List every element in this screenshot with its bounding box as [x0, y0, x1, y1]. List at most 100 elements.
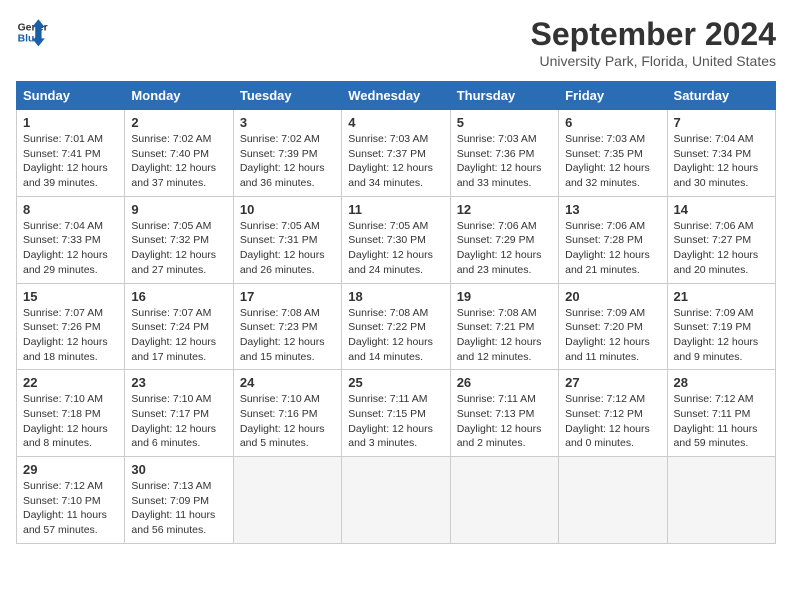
week-row-4: 22 Sunrise: 7:10 AM Sunset: 7:18 PM Dayli…	[17, 370, 776, 457]
day-info: Sunrise: 7:10 AM Sunset: 7:16 PM Dayligh…	[240, 392, 335, 451]
weekday-header-wednesday: Wednesday	[342, 82, 450, 110]
day-info: Sunrise: 7:06 AM Sunset: 7:27 PM Dayligh…	[674, 219, 769, 278]
weekday-header-friday: Friday	[559, 82, 667, 110]
day-cell: 14 Sunrise: 7:06 AM Sunset: 7:27 PM Dayli…	[667, 196, 775, 283]
weekday-header-saturday: Saturday	[667, 82, 775, 110]
day-cell	[342, 457, 450, 544]
day-number: 26	[457, 375, 552, 390]
day-cell: 15Sunrise: 7:07 AM Sunset: 7:26 PM Dayli…	[17, 283, 125, 370]
day-cell: 11Sunrise: 7:05 AM Sunset: 7:30 PM Dayli…	[342, 196, 450, 283]
day-cell: 6 Sunrise: 7:03 AM Sunset: 7:35 PM Daylig…	[559, 110, 667, 197]
day-info: Sunrise: 7:03 AM Sunset: 7:35 PM Dayligh…	[565, 132, 660, 191]
day-number: 18	[348, 289, 443, 304]
day-info: Sunrise: 7:09 AM Sunset: 7:19 PM Dayligh…	[674, 306, 769, 365]
day-info: Sunrise: 7:12 AM Sunset: 7:11 PM Dayligh…	[674, 392, 769, 451]
day-cell: 23 Sunrise: 7:10 AM Sunset: 7:17 PM Dayli…	[125, 370, 233, 457]
calendar-table: SundayMondayTuesdayWednesdayThursdayFrid…	[16, 81, 776, 544]
day-cell	[450, 457, 558, 544]
day-cell: 28 Sunrise: 7:12 AM Sunset: 7:11 PM Dayli…	[667, 370, 775, 457]
day-cell: 3 Sunrise: 7:02 AM Sunset: 7:39 PM Daylig…	[233, 110, 341, 197]
day-number: 15	[23, 289, 118, 304]
day-cell	[667, 457, 775, 544]
day-cell: 13 Sunrise: 7:06 AM Sunset: 7:28 PM Dayli…	[559, 196, 667, 283]
day-number: 29	[23, 462, 118, 477]
day-info: Sunrise: 7:12 AM Sunset: 7:10 PM Dayligh…	[23, 479, 118, 538]
day-number: 4	[348, 115, 443, 130]
day-cell: 24 Sunrise: 7:10 AM Sunset: 7:16 PM Dayli…	[233, 370, 341, 457]
week-row-1: 1 Sunrise: 7:01 AM Sunset: 7:41 PM Daylig…	[17, 110, 776, 197]
day-info: Sunrise: 7:06 AM Sunset: 7:28 PM Dayligh…	[565, 219, 660, 278]
day-cell: 2 Sunrise: 7:02 AM Sunset: 7:40 PM Daylig…	[125, 110, 233, 197]
day-number: 25	[348, 375, 443, 390]
title-area: September 2024 University Park, Florida,…	[531, 16, 776, 69]
weekday-header-sunday: Sunday	[17, 82, 125, 110]
weekday-header-tuesday: Tuesday	[233, 82, 341, 110]
weekday-header-thursday: Thursday	[450, 82, 558, 110]
day-number: 22	[23, 375, 118, 390]
day-cell: 26Sunrise: 7:11 AM Sunset: 7:13 PM Dayli…	[450, 370, 558, 457]
day-number: 20	[565, 289, 660, 304]
day-number: 3	[240, 115, 335, 130]
day-cell: 17Sunrise: 7:08 AM Sunset: 7:23 PM Dayli…	[233, 283, 341, 370]
day-cell: 30 Sunrise: 7:13 AM Sunset: 7:09 PM Dayli…	[125, 457, 233, 544]
day-cell	[559, 457, 667, 544]
day-cell: 5 Sunrise: 7:03 AM Sunset: 7:36 PM Daylig…	[450, 110, 558, 197]
day-number: 1	[23, 115, 118, 130]
day-number: 16	[131, 289, 226, 304]
day-number: 27	[565, 375, 660, 390]
day-cell: 27 Sunrise: 7:12 AM Sunset: 7:12 PM Dayli…	[559, 370, 667, 457]
day-cell: 8 Sunrise: 7:04 AM Sunset: 7:33 PM Daylig…	[17, 196, 125, 283]
day-info: Sunrise: 7:02 AM Sunset: 7:39 PM Dayligh…	[240, 132, 335, 191]
day-info: Sunrise: 7:07 AM Sunset: 7:24 PM Dayligh…	[131, 306, 226, 365]
day-number: 28	[674, 375, 769, 390]
day-cell	[233, 457, 341, 544]
day-info: Sunrise: 7:08 AM Sunset: 7:21 PM Dayligh…	[457, 306, 552, 365]
day-number: 8	[23, 202, 118, 217]
day-info: Sunrise: 7:01 AM Sunset: 7:41 PM Dayligh…	[23, 132, 118, 191]
day-info: Sunrise: 7:10 AM Sunset: 7:17 PM Dayligh…	[131, 392, 226, 451]
day-cell: 1 Sunrise: 7:01 AM Sunset: 7:41 PM Daylig…	[17, 110, 125, 197]
day-info: Sunrise: 7:02 AM Sunset: 7:40 PM Dayligh…	[131, 132, 226, 191]
day-number: 2	[131, 115, 226, 130]
day-info: Sunrise: 7:04 AM Sunset: 7:33 PM Dayligh…	[23, 219, 118, 278]
day-info: Sunrise: 7:05 AM Sunset: 7:32 PM Dayligh…	[131, 219, 226, 278]
day-cell: 4Sunrise: 7:03 AM Sunset: 7:37 PM Daylig…	[342, 110, 450, 197]
day-info: Sunrise: 7:06 AM Sunset: 7:29 PM Dayligh…	[457, 219, 552, 278]
logo: General Blue	[16, 16, 48, 48]
page-header: General Blue September 2024 University P…	[16, 16, 776, 69]
day-cell: 29 Sunrise: 7:12 AM Sunset: 7:10 PM Dayli…	[17, 457, 125, 544]
day-info: Sunrise: 7:10 AM Sunset: 7:18 PM Dayligh…	[23, 392, 118, 451]
day-cell: 12 Sunrise: 7:06 AM Sunset: 7:29 PM Dayli…	[450, 196, 558, 283]
day-number: 23	[131, 375, 226, 390]
day-number: 17	[240, 289, 335, 304]
day-info: Sunrise: 7:11 AM Sunset: 7:15 PM Dayligh…	[348, 392, 443, 451]
day-number: 14	[674, 202, 769, 217]
day-number: 5	[457, 115, 552, 130]
location-title: University Park, Florida, United States	[531, 53, 776, 69]
day-number: 19	[457, 289, 552, 304]
day-number: 30	[131, 462, 226, 477]
day-number: 13	[565, 202, 660, 217]
day-cell: 19 Sunrise: 7:08 AM Sunset: 7:21 PM Dayli…	[450, 283, 558, 370]
day-info: Sunrise: 7:12 AM Sunset: 7:12 PM Dayligh…	[565, 392, 660, 451]
day-cell: 20Sunrise: 7:09 AM Sunset: 7:20 PM Dayli…	[559, 283, 667, 370]
day-number: 9	[131, 202, 226, 217]
day-info: Sunrise: 7:08 AM Sunset: 7:22 PM Dayligh…	[348, 306, 443, 365]
day-cell: 9 Sunrise: 7:05 AM Sunset: 7:32 PM Daylig…	[125, 196, 233, 283]
week-row-2: 8 Sunrise: 7:04 AM Sunset: 7:33 PM Daylig…	[17, 196, 776, 283]
day-cell: 18 Sunrise: 7:08 AM Sunset: 7:22 PM Dayli…	[342, 283, 450, 370]
svg-text:General: General	[18, 22, 48, 33]
day-number: 7	[674, 115, 769, 130]
day-info: Sunrise: 7:03 AM Sunset: 7:36 PM Dayligh…	[457, 132, 552, 191]
weekday-header-row: SundayMondayTuesdayWednesdayThursdayFrid…	[17, 82, 776, 110]
day-number: 6	[565, 115, 660, 130]
day-number: 21	[674, 289, 769, 304]
day-cell: 16 Sunrise: 7:07 AM Sunset: 7:24 PM Dayli…	[125, 283, 233, 370]
month-title: September 2024	[531, 16, 776, 53]
day-info: Sunrise: 7:04 AM Sunset: 7:34 PM Dayligh…	[674, 132, 769, 191]
day-info: Sunrise: 7:13 AM Sunset: 7:09 PM Dayligh…	[131, 479, 226, 538]
day-info: Sunrise: 7:05 AM Sunset: 7:31 PM Dayligh…	[240, 219, 335, 278]
day-number: 24	[240, 375, 335, 390]
day-number: 12	[457, 202, 552, 217]
day-info: Sunrise: 7:05 AM Sunset: 7:30 PM Dayligh…	[348, 219, 443, 278]
